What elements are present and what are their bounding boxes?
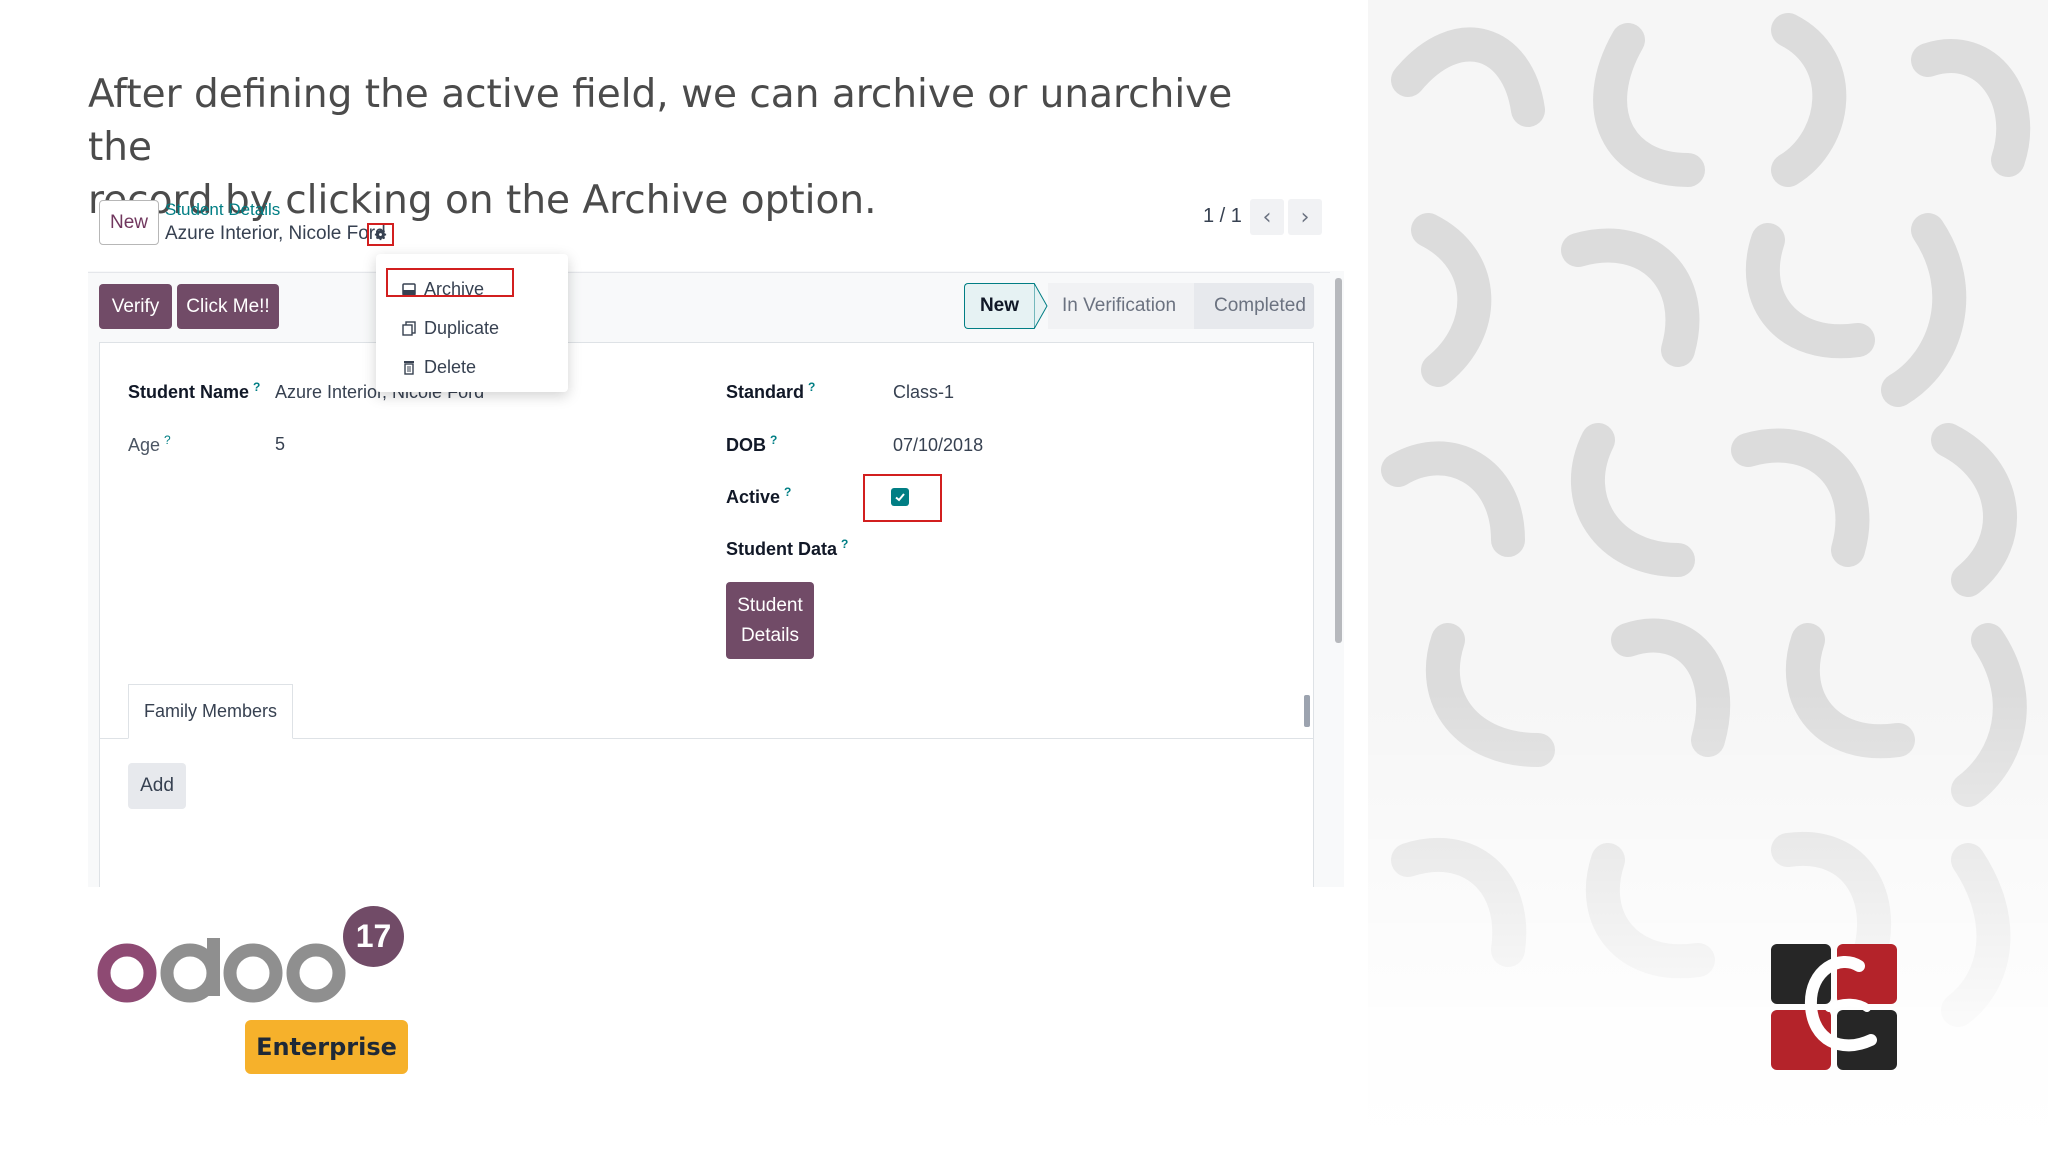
archive-highlight-frame	[386, 268, 514, 297]
dob-label-text: DOB	[726, 435, 766, 455]
age-label-text: Age	[128, 435, 161, 455]
verify-button[interactable]: Verify	[99, 284, 172, 329]
dob-label: DOB?	[726, 433, 777, 456]
add-line-button[interactable]: Add	[128, 763, 186, 809]
student-details-button-line-1: Student	[737, 594, 803, 616]
help-tooltip-icon[interactable]: ?	[808, 380, 815, 394]
help-tooltip-icon[interactable]: ?	[253, 380, 260, 394]
main-scrollbar[interactable]	[1335, 278, 1342, 643]
standard-label-text: Standard	[726, 382, 805, 402]
tab-family-members[interactable]: Family Members	[128, 684, 293, 739]
student-name-label-text: Student Name	[128, 382, 250, 402]
trash-icon	[400, 358, 418, 376]
active-label: Active?	[726, 485, 791, 508]
menu-item-duplicate[interactable]: Duplicate	[400, 313, 499, 343]
company-logo	[1771, 944, 1897, 1070]
age-value[interactable]: 5	[275, 434, 285, 455]
student-details-button[interactable]: Student Details	[726, 582, 814, 659]
click-me-button[interactable]: Click Me!!	[177, 284, 279, 329]
actions-gear-button[interactable]	[367, 223, 394, 246]
stage-completed[interactable]: Completed	[1194, 283, 1314, 329]
pager-next-button[interactable]: ›	[1288, 199, 1322, 235]
active-label-text: Active	[726, 487, 781, 507]
menu-item-delete-label: Delete	[424, 356, 477, 377]
help-tooltip-icon[interactable]: ?	[784, 485, 791, 499]
duplicate-icon	[400, 319, 418, 337]
help-tooltip-icon[interactable]: ?	[841, 537, 848, 551]
chevron-left-icon: ‹	[1262, 204, 1272, 230]
student-details-button-line-2: Details	[740, 624, 800, 646]
headline-line-1: After defining the active field, we can …	[88, 72, 1233, 170]
help-tooltip-icon[interactable]: ?	[770, 433, 777, 447]
odoo-logo	[97, 938, 346, 1003]
standard-label: Standard?	[726, 380, 815, 403]
enterprise-badge: Enterprise	[245, 1020, 408, 1074]
stage-arrow-icon	[1034, 283, 1048, 329]
dob-value[interactable]: 07/10/2018	[893, 435, 983, 456]
background-fade	[1368, 0, 2048, 1152]
new-record-button[interactable]: New	[99, 200, 159, 245]
breadcrumb-parent-link[interactable]: Student Details	[165, 200, 280, 220]
odoo-version-badge: 17	[343, 906, 404, 967]
breadcrumb-current-record: Azure Interior, Nicole Ford	[165, 223, 386, 244]
stage-new[interactable]: New	[964, 283, 1034, 329]
notebook-scrollbar[interactable]	[1304, 695, 1310, 727]
student-name-label: Student Name?	[128, 380, 260, 403]
form-sheet	[99, 342, 1314, 887]
student-data-label-text: Student Data	[726, 539, 838, 559]
active-checkbox[interactable]	[891, 488, 909, 506]
chevron-right-icon: ›	[1300, 204, 1310, 230]
menu-item-delete[interactable]: Delete	[400, 352, 476, 382]
menu-item-duplicate-label: Duplicate	[424, 317, 500, 338]
standard-value[interactable]: Class-1	[893, 382, 954, 403]
pager-value[interactable]: 1 / 1	[1203, 205, 1242, 228]
stage-in-verification[interactable]: In Verification	[1048, 283, 1194, 329]
checkmark-icon	[895, 493, 905, 502]
help-tooltip-icon[interactable]: ?	[164, 433, 171, 447]
age-label: Age?	[128, 433, 171, 456]
gear-icon	[374, 228, 387, 241]
student-data-label: Student Data?	[726, 537, 848, 560]
pager-previous-button[interactable]: ‹	[1250, 199, 1284, 235]
